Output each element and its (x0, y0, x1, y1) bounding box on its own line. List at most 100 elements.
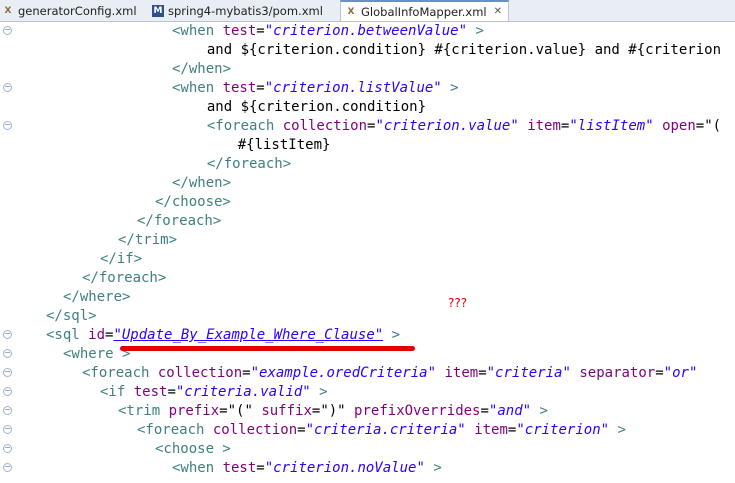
code-token: = (256, 460, 265, 476)
code-line[interactable]: and ${criterion.condition} #{criterion.v… (0, 41, 735, 60)
code-token: separator (579, 365, 656, 381)
code-token: > (531, 403, 548, 419)
code-editor[interactable]: − <when test="criterion.betweenValue" > a… (0, 22, 735, 483)
code-token: </foreach> (190, 156, 292, 172)
fold-toggle-icon[interactable]: − (3, 444, 12, 453)
code-line[interactable]: </foreach> (0, 212, 735, 231)
code-text: <foreach collection="example.oredCriteri… (82, 364, 697, 383)
code-text: <when test="criterion.noValue" > (172, 459, 442, 478)
fold-toggle-icon[interactable]: − (3, 121, 12, 130)
code-line[interactable]: </when> (0, 174, 735, 193)
code-token: = (256, 23, 265, 39)
fold-toggle-icon[interactable]: − (3, 368, 12, 377)
code-token: collection (157, 365, 243, 381)
code-token: and ${criterion.condition} #{criterion.v… (190, 42, 722, 58)
code-token: "Update_By_Example_Where_Clause" (113, 327, 384, 343)
code-text: </choose> (155, 193, 231, 212)
close-icon[interactable]: ✕ (494, 6, 502, 17)
code-line[interactable]: and ${criterion.condition} (0, 98, 735, 117)
code-token: "criteria" (486, 365, 571, 381)
code-line[interactable]: − <if test="criteria.valid" > (0, 383, 735, 402)
annotation-question-marks: ??? (448, 296, 468, 310)
code-line[interactable]: − <trim prefix="(" suffix=")" prefixOverr… (0, 402, 735, 421)
code-token: open (662, 118, 696, 134)
tab-label: spring4-mybatis3/pom.xml (168, 3, 323, 18)
code-token: > (424, 460, 442, 476)
code-token: = (242, 365, 251, 381)
fold-toggle-icon[interactable]: − (3, 349, 12, 358)
code-token: "criterion.betweenValue" (264, 23, 468, 39)
code-token: </if> (100, 251, 143, 267)
code-line[interactable]: − <foreach collection="criterion.value" … (0, 117, 735, 136)
code-token: <sql (46, 327, 89, 343)
code-line[interactable]: </sql> (0, 307, 735, 326)
code-text: <foreach collection="criterion.value" it… (190, 117, 721, 136)
code-text: </if> (100, 250, 142, 269)
xml-file-icon: X (347, 6, 355, 17)
code-token: </sql> (46, 308, 97, 324)
code-line[interactable]: </choose> (0, 193, 735, 212)
code-token: <foreach (137, 422, 213, 438)
code-line[interactable]: − <sql id="Update_By_Example_Where_Clause… (0, 326, 735, 345)
fold-toggle-icon[interactable]: − (3, 425, 12, 434)
code-token: <when (172, 80, 223, 96)
tab-globalinfomapper[interactable]: X GlobalInfoMapper.xml ✕ (340, 0, 510, 21)
code-text: <foreach collection="criteria.criteria" … (137, 421, 626, 440)
code-line[interactable]: − <when test="criterion.noValue" > (0, 459, 735, 478)
code-text: and ${criterion.condition} #{criterion.v… (190, 41, 721, 60)
code-text: </where> (63, 288, 130, 307)
fold-toggle-icon[interactable]: − (3, 387, 12, 396)
code-text: </when> (172, 60, 231, 79)
fold-toggle-icon[interactable]: − (3, 330, 12, 339)
code-line[interactable]: </trim> (0, 231, 735, 250)
code-line[interactable]: #{listItem} (0, 136, 735, 155)
code-line[interactable]: </when> (0, 60, 735, 79)
code-line[interactable]: </where> (0, 288, 735, 307)
tab-label: GlobalInfoMapper.xml (361, 4, 487, 19)
code-token: = (655, 365, 664, 381)
fold-toggle-icon[interactable]: − (3, 26, 12, 35)
code-token: item (474, 422, 508, 438)
code-text: </when> (172, 174, 231, 193)
code-token: prefix (168, 403, 220, 419)
fold-toggle-icon[interactable]: − (3, 83, 12, 92)
code-token: ="(" (219, 403, 262, 419)
code-token: </trim> (118, 232, 178, 248)
code-token: </choose> (155, 194, 231, 210)
code-token: </foreach> (137, 213, 222, 229)
code-token: "criterion.noValue" (264, 460, 425, 476)
code-token: ="( (695, 118, 722, 134)
xml-file-icon: X (4, 5, 12, 16)
code-line[interactable]: − <choose > (0, 440, 735, 459)
code-line[interactable]: − <when test="criterion.betweenValue" > (0, 22, 735, 41)
code-text: <choose > (155, 440, 231, 459)
code-line[interactable]: − <foreach collection="example.oredCriter… (0, 364, 735, 383)
code-token: "example.oredCriteria" (250, 365, 437, 381)
fold-toggle-icon[interactable]: − (3, 406, 12, 415)
code-token: </foreach> (82, 270, 167, 286)
tab-pom[interactable]: M spring4-mybatis3/pom.xml (152, 0, 323, 21)
tab-generatorconfig[interactable]: X generatorConfig.xml (2, 0, 137, 21)
code-token: = (478, 365, 487, 381)
code-token: test (222, 23, 257, 39)
code-line[interactable]: − <foreach collection="criteria.criteria"… (0, 421, 735, 440)
code-line[interactable]: </if> (0, 250, 735, 269)
code-line[interactable]: − <when test="criterion.listValue" > (0, 79, 735, 98)
red-underline-annotation (120, 346, 415, 351)
code-token: suffix (261, 403, 312, 419)
code-line[interactable]: </foreach> (0, 269, 735, 288)
code-token: "criteria.valid" (175, 384, 311, 400)
code-text: </foreach> (190, 155, 291, 174)
fold-toggle-icon[interactable]: − (3, 463, 12, 472)
code-line[interactable]: </foreach> (0, 155, 735, 174)
code-token: = (297, 422, 306, 438)
code-token: > (441, 80, 459, 96)
code-text: <when test="criterion.betweenValue" > (172, 22, 484, 41)
code-token: "or" (663, 365, 698, 381)
code-token: #{listItem} (204, 137, 331, 153)
code-token: "criteria.criteria" (305, 422, 466, 438)
code-token: <trim (118, 403, 169, 419)
code-token: </when> (172, 61, 232, 77)
